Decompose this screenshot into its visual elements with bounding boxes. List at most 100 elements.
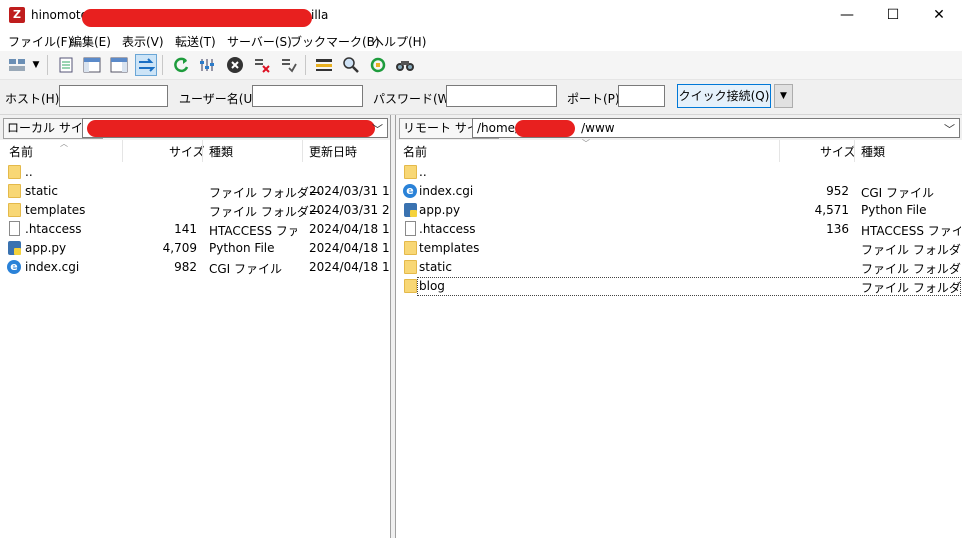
list-item[interactable]: templates ファイル フォルダー 2024/03/31 2:25 (0, 201, 390, 220)
column-name[interactable]: 名前 (403, 143, 427, 160)
filezilla-app-icon: Z (9, 7, 25, 23)
file-name: .. (419, 165, 427, 179)
toolbar: ▼ (0, 51, 962, 80)
file-size: 4,709 (162, 241, 197, 255)
menu-help[interactable]: ヘルプ(H) (372, 33, 426, 50)
redaction-mark (82, 9, 312, 27)
list-item[interactable]: .. (396, 163, 962, 182)
quickconnect-dropdown-icon[interactable]: ▼ (774, 84, 793, 108)
redaction-mark (87, 120, 375, 137)
transfer-queue-icon[interactable] (135, 54, 157, 76)
menu-server[interactable]: サーバー(S) (227, 33, 292, 50)
port-label: ポート(P): (567, 92, 624, 106)
file-name: blog (419, 279, 445, 293)
file-type: ファイル フォルダー (861, 262, 962, 276)
file-size: 136 (826, 222, 849, 236)
file-type: Python File (861, 203, 927, 217)
column-modified[interactable]: 更新日時 (309, 143, 357, 160)
toolbar-separator (162, 55, 163, 75)
folder-icon (8, 203, 21, 217)
column-separator[interactable] (202, 140, 203, 162)
list-item[interactable]: app.py 4,709 Python File 2024/04/18 11:2 (0, 239, 390, 258)
file-size: 952 (826, 184, 849, 198)
internet-explorer-icon: e (7, 260, 21, 274)
host-input[interactable] (59, 85, 168, 107)
quickconnect-button[interactable]: クイック接続(Q) (677, 84, 771, 108)
file-name: templates (419, 241, 480, 255)
list-item[interactable]: static ファイル フォルダー 2024/03/31 1:16 (0, 182, 390, 201)
password-input[interactable] (446, 85, 557, 107)
file-type: ファイル フォルダー (209, 186, 321, 200)
list-item[interactable]: blog ファイル フォルダー (396, 277, 962, 296)
menu-bookmarks[interactable]: ブックマーク(B) (290, 33, 380, 50)
cancel-icon[interactable] (224, 54, 246, 76)
menu-bar: ファイル(F) 編集(E) 表示(V) 転送(T) サーバー(S) ブックマーク… (0, 31, 962, 51)
file-size: 982 (174, 260, 197, 274)
list-item[interactable]: e index.cgi 982 CGI ファイル 2024/04/18 11:2 (0, 258, 390, 277)
menu-view[interactable]: 表示(V) (122, 33, 164, 50)
reconnect-icon[interactable] (278, 54, 300, 76)
document-icon (9, 221, 20, 236)
list-item[interactable]: static ファイル フォルダー (396, 258, 962, 277)
local-list-header: 名前 ︿ サイズ 種類 更新日時 (0, 139, 390, 163)
file-name: .htaccess (25, 222, 82, 236)
port-input[interactable] (618, 85, 665, 107)
file-modified: 2024/04/18 11:2 (309, 222, 389, 236)
list-item[interactable]: e index.cgi 952 CGI ファイル (396, 182, 962, 201)
local-path-input[interactable]: ﹀ (82, 118, 388, 138)
remote-path-input[interactable]: /home/ /www ﹀ (472, 118, 960, 138)
file-type: ファイル フォルダー (861, 243, 962, 257)
maximize-button[interactable]: ☐ (870, 0, 916, 31)
folder-icon (8, 184, 21, 198)
redaction-mark (515, 120, 575, 137)
column-size[interactable]: サイズ (169, 143, 205, 160)
folder-icon (404, 260, 417, 274)
disconnect-icon[interactable] (251, 54, 273, 76)
file-name: app.py (419, 203, 461, 217)
menu-transfer[interactable]: 転送(T) (175, 33, 216, 50)
list-item[interactable]: .htaccess 141 HTACCESS ファイル 2024/04/18 1… (0, 220, 390, 239)
file-modified: 2024/04/18 11:2 (309, 241, 389, 255)
list-item[interactable]: app.py 4,571 Python File (396, 201, 962, 220)
column-type[interactable]: 種類 (209, 143, 233, 160)
close-button[interactable]: ✕ (916, 0, 962, 31)
file-modified: 2024/04/18 11:2 (309, 260, 389, 274)
chevron-down-icon[interactable]: ﹀ (944, 121, 955, 139)
directory-comparison-icon[interactable] (313, 54, 335, 76)
remote-pane: リモート サイト: /home//www ﹀ 名前 ﹀ サイズ 種類 .. e … (395, 115, 962, 538)
file-name: .. (25, 165, 33, 179)
message-log-icon[interactable] (55, 54, 77, 76)
file-type: ファイル フォルダー (861, 281, 962, 295)
column-separator[interactable] (854, 140, 855, 162)
column-name[interactable]: 名前 (9, 143, 33, 160)
list-item[interactable]: templates ファイル フォルダー (396, 239, 962, 258)
find-files-icon[interactable] (394, 54, 416, 76)
list-item[interactable]: .htaccess 136 HTACCESS ファイル (396, 220, 962, 239)
column-separator[interactable] (302, 140, 303, 162)
refresh-icon[interactable] (170, 54, 192, 76)
python-file-icon (404, 203, 417, 217)
column-separator[interactable] (779, 140, 780, 162)
column-separator[interactable] (122, 140, 123, 162)
site-manager-icon[interactable] (6, 54, 28, 76)
menu-file[interactable]: ファイル(F) (8, 33, 72, 50)
python-file-icon (8, 241, 21, 255)
column-type[interactable]: 種類 (861, 143, 885, 160)
local-tree-icon[interactable] (81, 54, 103, 76)
column-size[interactable]: サイズ (820, 143, 856, 160)
search-icon[interactable] (340, 54, 362, 76)
remote-tree-icon[interactable] (108, 54, 130, 76)
sync-browse-icon[interactable] (367, 54, 389, 76)
minimize-button[interactable]: — (824, 0, 870, 31)
list-item[interactable]: .. (0, 163, 390, 182)
local-path-bar: ローカル サイト: ﹀ (0, 115, 390, 140)
chevron-down-icon[interactable]: ﹀ (372, 121, 383, 139)
username-input[interactable] (252, 85, 363, 107)
file-name: app.py (25, 241, 67, 255)
file-name: .htaccess (419, 222, 476, 236)
menu-edit[interactable]: 編集(E) (70, 33, 111, 50)
remote-path-bar: リモート サイト: /home//www ﹀ (396, 115, 962, 140)
dropdown-arrow-icon[interactable]: ▼ (29, 54, 43, 76)
filter-icon[interactable] (197, 54, 219, 76)
file-type: HTACCESS ファイル (209, 224, 297, 238)
